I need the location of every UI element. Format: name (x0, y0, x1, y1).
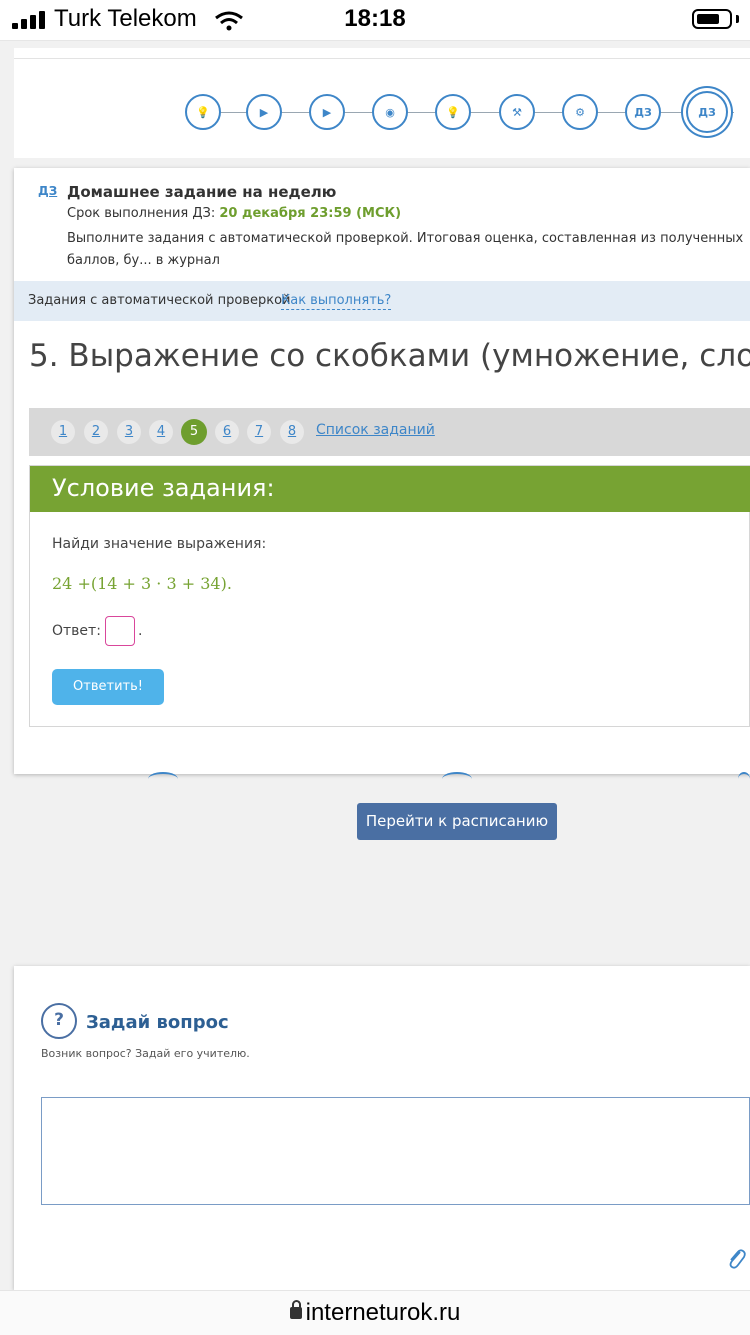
page-8[interactable]: 8 (280, 420, 304, 444)
ask-subtitle: Возник вопрос? Задай его учителю. (41, 1047, 250, 1060)
lightbulb-icon: 💡 (196, 105, 210, 119)
lesson-steps-panel: 💡 ▶ ▶ ◉ 💡 ⚒ ⚙ ДЗ ДЗ (14, 48, 750, 158)
url-display[interactable]: interneturok.ru (0, 1299, 750, 1327)
browser-url-bar[interactable]: interneturok.ru (0, 1290, 750, 1335)
step-7[interactable]: ⚙ (562, 94, 598, 130)
condition-header-text: Условие задания: (52, 474, 275, 502)
paperclip-icon[interactable] (726, 1246, 746, 1270)
step-homework[interactable]: ДЗ (625, 94, 661, 130)
math-expression: 24 +(14 + 3 · 3 + 34). (52, 574, 232, 593)
play-icon: ▶ (322, 105, 332, 119)
step-4[interactable]: ◉ (372, 94, 408, 130)
task-instruction: Найди значение выражения: (52, 536, 267, 552)
clock: 18:18 (344, 5, 406, 32)
answer-input[interactable] (105, 616, 135, 646)
play-icon: ▶ (259, 105, 269, 119)
ask-question-card: ? Задай вопрос Возник вопрос? Задай его … (14, 966, 750, 1290)
ask-title: Задай вопрос (86, 1012, 229, 1033)
task-list-link[interactable]: Список заданий (316, 422, 435, 438)
page-6[interactable]: 6 (215, 420, 239, 444)
deadline-value: 20 декабря 23:59 (МСК) (219, 206, 402, 221)
status-bar: Turk Telekom 18:18 (0, 0, 750, 41)
task-title: 5. Выражение со скобками (умножение, сло… (29, 338, 750, 374)
step-1[interactable]: 💡 (185, 94, 221, 130)
step-3[interactable]: ▶ (309, 94, 345, 130)
page-2[interactable]: 2 (84, 420, 108, 444)
webcam-icon: ◉ (385, 105, 395, 119)
condition-header: Условие задания: (30, 466, 750, 512)
homework-title: Домашнее задание на неделю (67, 183, 337, 201)
trainer-icon: ⚙ (575, 105, 585, 119)
question-textarea[interactable] (41, 1097, 750, 1205)
deadline-label: Срок выполнения ДЗ: (67, 206, 216, 221)
step-2[interactable]: ▶ (246, 94, 282, 130)
question-icon: ? (41, 1003, 77, 1039)
page-3[interactable]: 3 (117, 420, 141, 444)
battery-icon (692, 9, 732, 29)
submit-answer-button[interactable]: Ответить! (52, 669, 164, 705)
page-7[interactable]: 7 (247, 420, 271, 444)
lightbulb-icon: 💡 (446, 105, 460, 119)
auto-check-strip: Задания с автоматической проверкой Как в… (14, 281, 750, 321)
homework-note: Выполните задания с автоматической прове… (67, 231, 744, 268)
homework-badge-icon: ДЗ (38, 184, 58, 198)
battery-tip (736, 15, 739, 23)
nav-circle-center-icon[interactable] (442, 772, 472, 786)
task-condition-box: Условие задания: Найди значение выражени… (29, 465, 750, 727)
nav-circle-right-icon[interactable] (738, 772, 750, 786)
answer-label: Ответ: (52, 623, 101, 639)
auto-check-label: Задания с автоматической проверкой (28, 293, 291, 308)
page-1[interactable]: 1 (51, 420, 75, 444)
step-homework-active[interactable]: ДЗ (686, 91, 728, 133)
task-pager: 1 2 3 4 5 6 7 8 Список заданий (29, 408, 750, 456)
step-6[interactable]: ⚒ (499, 94, 535, 130)
step-label: ДЗ (634, 105, 652, 119)
page-4[interactable]: 4 (149, 420, 173, 444)
page-5-current[interactable]: 5 (181, 419, 207, 445)
answer-suffix: . (138, 623, 143, 639)
url-domain: interneturok.ru (305, 1299, 461, 1326)
nav-circle-left-icon[interactable] (148, 772, 178, 786)
homework-deadline: Срок выполнения ДЗ: 20 декабря 23:59 (МС… (67, 206, 401, 221)
step-5[interactable]: 💡 (435, 94, 471, 130)
go-to-schedule-button[interactable]: Перейти к расписанию (357, 803, 557, 840)
step-label: ДЗ (698, 105, 716, 119)
how-to-link[interactable]: Как выполнять? (281, 293, 392, 310)
homework-card: ДЗ Домашнее задание на неделю Срок выпол… (14, 168, 750, 774)
divider (14, 58, 750, 59)
weightlifting-icon: ⚒ (512, 105, 522, 119)
lock-icon (289, 1300, 302, 1319)
